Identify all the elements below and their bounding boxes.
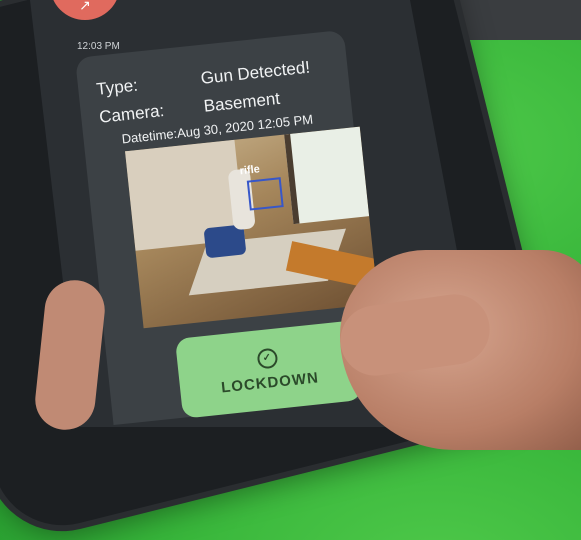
detection-box: [246, 177, 284, 211]
detection-tag: rifle: [239, 163, 261, 178]
type-value: Gun Detected!: [199, 57, 311, 88]
message-time: 12:03 PM: [77, 41, 120, 52]
alert-card: Type: Gun Detected! Camera: Basement Dat…: [75, 29, 383, 425]
camera-snapshot[interactable]: rifle: [125, 126, 379, 329]
camera-value: Basement: [202, 88, 281, 116]
camera-row: Camera: Basement: [98, 89, 281, 128]
snapshot-window: [284, 126, 370, 225]
check-icon: ✓: [256, 347, 279, 370]
lockdown-label: LOCKDOWN: [220, 368, 320, 396]
type-label: Type:: [95, 75, 139, 99]
lockdown-button[interactable]: ✓ LOCKDOWN: [174, 320, 363, 419]
alert-icon[interactable]: ↗: [50, 0, 120, 20]
camera-label: Camera:: [98, 101, 166, 127]
type-row: Type: Gun Detected!: [95, 58, 310, 100]
